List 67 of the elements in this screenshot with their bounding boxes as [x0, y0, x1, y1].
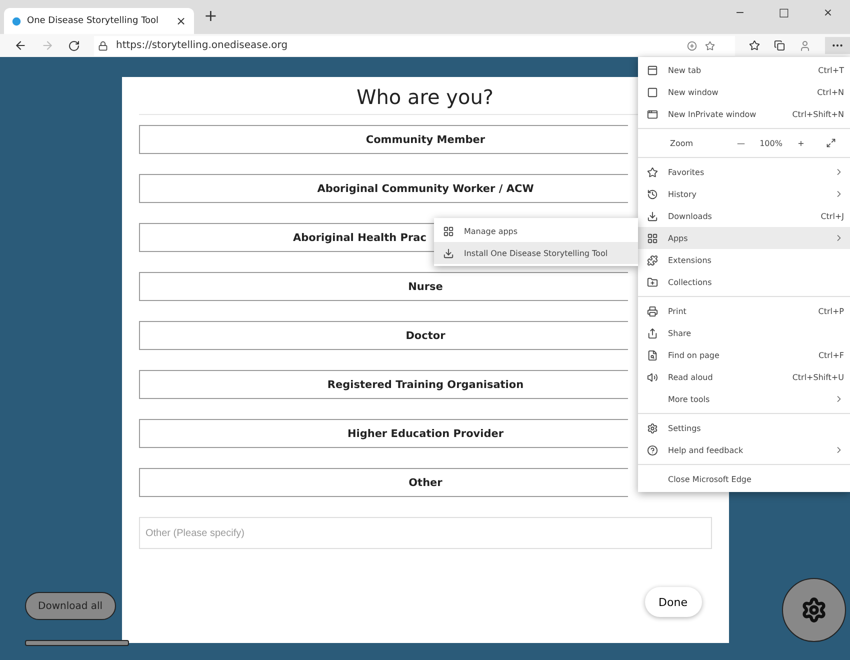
read-aloud-icon	[647, 372, 658, 382]
zoom-in-button[interactable]: +	[786, 138, 816, 148]
other-field[interactable]: Other (Please specify)	[138, 517, 712, 549]
collections-icon	[647, 276, 658, 288]
close-tab-button[interactable]: ×	[176, 14, 186, 28]
menu-item[interactable]: Help and feedback	[638, 439, 850, 461]
menu-item[interactable]: Extensions	[638, 249, 850, 271]
help-icon	[647, 444, 658, 456]
settings-icon	[801, 597, 827, 623]
fullscreen-icon[interactable]	[826, 138, 836, 148]
maximize-button[interactable]: □	[762, 0, 806, 26]
menu-item[interactable]: Read aloud Ctrl+Shift+U	[638, 366, 850, 388]
close-window-button[interactable]: ×	[806, 0, 850, 26]
option-button[interactable]: Aboriginal Community Worker / ACW	[138, 174, 628, 203]
menu-item[interactable]: Apps	[638, 227, 850, 249]
address-field[interactable]: https://storytelling.onedisease.org	[116, 40, 288, 51]
site-icon	[12, 16, 21, 26]
option-button[interactable]: Registered Training Organisation	[138, 370, 628, 399]
printer-icon	[647, 306, 658, 316]
settings-icon	[647, 422, 658, 434]
profile-icon[interactable]	[799, 40, 811, 52]
option-button[interactable]: Other	[138, 468, 628, 497]
add-icon[interactable]	[687, 40, 697, 50]
option-button[interactable]: Higher Education Provider	[138, 419, 628, 448]
menu-item[interactable]: Print Ctrl+P	[638, 300, 850, 322]
zoom-value: 100%	[758, 138, 784, 148]
menu-item[interactable]: Collections	[638, 271, 850, 293]
menu-item[interactable]: Install One Disease Storytelling Tool	[434, 242, 638, 264]
private-window-icon	[647, 108, 658, 120]
puzzle-icon	[647, 254, 658, 266]
zoom-out-button[interactable]: —	[726, 138, 756, 148]
minimize-button[interactable]: −	[718, 0, 762, 26]
favorite-star-icon[interactable]	[705, 40, 715, 50]
favorites-icon[interactable]	[749, 40, 760, 51]
window-icon	[647, 86, 658, 98]
download-icon	[443, 248, 454, 258]
menu-item[interactable]: New tab Ctrl+T	[638, 59, 850, 81]
collections-icon[interactable]	[774, 40, 785, 51]
tab-icon	[647, 64, 658, 76]
done-button[interactable]: Done	[644, 587, 702, 617]
download-all-button[interactable]: Download all	[25, 592, 116, 620]
download-icon	[647, 210, 658, 222]
option-button[interactable]: Community Member	[138, 125, 628, 154]
browser-tab[interactable]: One Disease Storytelling Tool ×	[4, 8, 194, 34]
menu-item[interactable]: Downloads Ctrl+J	[638, 205, 850, 227]
find-icon	[647, 350, 658, 360]
tab-title: One Disease Storytelling Tool	[27, 16, 160, 26]
zoom-label: Zoom	[669, 138, 694, 148]
share-icon	[647, 328, 658, 338]
menu-item[interactable]: Close Microsoft Edge	[638, 468, 850, 490]
lock-icon	[98, 40, 108, 50]
favorites-icon	[647, 166, 658, 178]
option-button[interactable]: Doctor	[138, 321, 628, 350]
menu-item[interactable]: More tools	[638, 388, 850, 410]
history-icon	[647, 188, 658, 200]
apps-icon	[443, 226, 454, 236]
menu-item[interactable]: Settings	[638, 417, 850, 439]
back-icon[interactable]	[14, 39, 27, 52]
menu-item[interactable]: Find on page Ctrl+F	[638, 344, 850, 366]
menu-icon[interactable]	[825, 37, 850, 54]
new-tab-button[interactable]: +	[204, 6, 218, 24]
apps-icon	[647, 232, 658, 244]
reload-icon[interactable]	[68, 40, 80, 52]
option-button[interactable]: Nurse	[138, 272, 628, 301]
menu-item[interactable]: Favorites	[638, 161, 850, 183]
menu-item[interactable]: History	[638, 183, 850, 205]
menu-item[interactable]: Share	[638, 322, 850, 344]
